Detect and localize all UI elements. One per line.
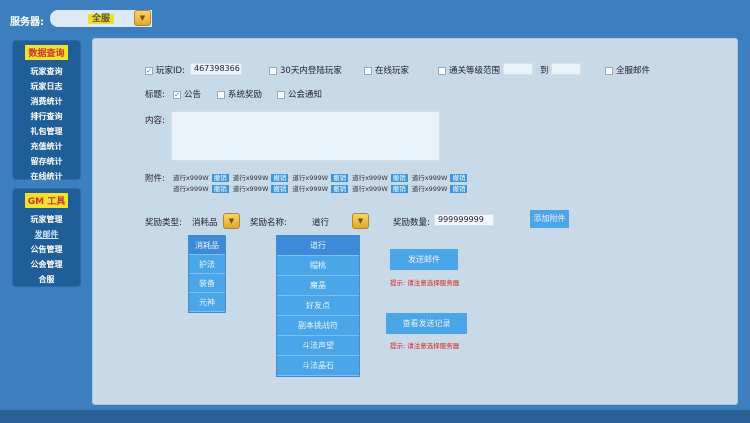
reward-name-option[interactable]: 魔晶 xyxy=(277,276,359,296)
sidebar-item[interactable]: 发邮件 xyxy=(13,227,80,242)
reward-type-value: 消耗品 xyxy=(192,218,218,228)
sidebar-item[interactable]: 公会管理 xyxy=(13,257,80,272)
sidebar-item[interactable]: 在线统计 xyxy=(13,169,80,184)
sidebar-gm-tools: GM 工具 玩家管理 发邮件 公告管理 公会管理 合服 xyxy=(12,188,81,287)
chevron-down-icon: ▼ xyxy=(139,14,146,22)
bottom-bar xyxy=(0,410,750,423)
checkbox-icon xyxy=(438,66,446,75)
revoke-button[interactable]: 撤销 xyxy=(211,185,229,193)
attachment-item: 道行x999W xyxy=(232,185,269,193)
player-id-checkbox[interactable]: ✓ 玩家ID: xyxy=(145,64,185,76)
reward-name-list: 道行 帽桃 魔晶 好友点 副本挑战符 斗法声望 斗法晶石 xyxy=(276,235,360,377)
content-label: 内容: xyxy=(145,116,165,126)
reward-qty-label: 奖励数量: xyxy=(393,218,430,228)
all-mail-checkbox[interactable]: 全服邮件 xyxy=(605,64,650,76)
attachment-item: 道行x999W xyxy=(232,174,269,182)
level-to-input[interactable] xyxy=(551,63,581,75)
reward-name-option[interactable]: 帽桃 xyxy=(277,256,359,276)
reward-name-option[interactable]: 好友点 xyxy=(277,296,359,316)
checkbox-icon: ✓ xyxy=(145,66,153,75)
attachment-row: 道行x999W 撤销 道行x999W 撤销 道行x999W 撤销 道行x999W 撤销 道行x9… xyxy=(173,183,471,194)
sidebar-item[interactable]: 礼包管理 xyxy=(13,124,80,139)
attachment-item: 道行x999W xyxy=(173,185,209,193)
server-value: 全服 xyxy=(87,14,114,24)
online-checkbox[interactable]: 在线玩家 xyxy=(364,64,409,76)
sidebar-item[interactable]: 合服 xyxy=(13,272,80,287)
sidebar-data-query: 数据查询 玩家查询 玩家日志 消费统计 排行查询 礼包管理 充值统计 留存统计 在线统计 xyxy=(12,40,81,181)
checkbox-icon xyxy=(269,66,277,75)
revoke-button[interactable]: 撤销 xyxy=(211,174,229,182)
sidebar-item[interactable]: 公告管理 xyxy=(13,242,80,257)
reward-type-label: 奖励类型: xyxy=(145,218,182,228)
attachment-item: 道行x999W xyxy=(352,174,388,182)
send-hint: 提示: 请注意选择服务器 xyxy=(390,279,460,287)
attachment-item: 道行x999W xyxy=(173,174,209,182)
attachment-item: 道行x999W xyxy=(411,174,448,182)
attachment-item: 道行x999W xyxy=(292,174,329,182)
send-mail-button[interactable]: 发送邮件 xyxy=(390,249,458,270)
chevron-down-icon: ▼ xyxy=(228,217,235,225)
revoke-button[interactable]: 撤销 xyxy=(390,174,408,182)
checkbox-icon xyxy=(605,66,613,75)
sidebar-item[interactable]: 留存统计 xyxy=(13,154,80,169)
view-hint: 提示: 请注意选择服务器 xyxy=(390,342,460,350)
attachment-list: 道行x999W 撤销 道行x999W 撤销 道行x999W 撤销 道行x999W 撤销 道行x9… xyxy=(173,172,471,194)
reward-type-dropdown[interactable]: ▼ xyxy=(223,213,240,229)
reward-type-list: 消耗品 护法 装备 元神 xyxy=(188,235,226,313)
attachment-row: 道行x999W 撤销 道行x999W 撤销 道行x999W 撤销 道行x999W 撤销 道行x9… xyxy=(173,172,471,183)
revoke-button[interactable]: 撤销 xyxy=(450,185,468,193)
revoke-button[interactable]: 撤销 xyxy=(271,174,289,182)
reward-name-option[interactable]: 副本挑战符 xyxy=(277,316,359,336)
level-to-label: 到 xyxy=(540,66,549,76)
checkbox-icon: ✓ xyxy=(173,90,181,99)
reward-name-label: 奖励名称: xyxy=(250,218,287,228)
attachment-item: 道行x999W xyxy=(411,185,448,193)
checkbox-icon xyxy=(364,66,372,75)
chevron-down-icon: ▼ xyxy=(357,217,364,225)
checkbox-icon xyxy=(217,90,225,99)
view-records-button[interactable]: 查看发送记录 xyxy=(386,313,467,334)
reward-type-option[interactable]: 消耗品 xyxy=(189,236,225,255)
content-textarea[interactable] xyxy=(171,111,440,161)
title-option-system-reward[interactable]: 系统奖励 xyxy=(217,88,262,100)
reward-type-option[interactable]: 元神 xyxy=(189,293,225,312)
add-attachment-button[interactable]: 添加附件 xyxy=(530,210,569,228)
revoke-button[interactable]: 撤销 xyxy=(331,185,349,193)
reward-name-option[interactable]: 道行 xyxy=(277,236,359,256)
reward-name-value: 道行 xyxy=(312,218,330,228)
server-label: 服务器: xyxy=(10,17,44,28)
server-dropdown-button[interactable]: ▼ xyxy=(134,10,151,26)
player-id-input[interactable]: 467398366 xyxy=(190,63,242,75)
level-range-checkbox[interactable]: 通关等级范围 xyxy=(438,64,500,76)
revoke-button[interactable]: 撤销 xyxy=(331,174,349,182)
reward-qty-input[interactable]: 999999999 xyxy=(434,214,494,226)
title-option-guild-notice[interactable]: 公会通知 xyxy=(277,88,322,100)
attachment-item: 道行x999W xyxy=(352,185,388,193)
sidebar-item[interactable]: 玩家查询 xyxy=(13,64,80,79)
checkbox-icon xyxy=(277,90,285,99)
sidebar-item[interactable]: 排行查询 xyxy=(13,109,80,124)
sidebar-section-title: GM 工具 xyxy=(24,193,69,208)
revoke-button[interactable]: 撤销 xyxy=(390,185,408,193)
sidebar-section-title: 数据查询 xyxy=(25,45,68,60)
reward-name-option[interactable]: 斗法声望 xyxy=(277,336,359,356)
level-from-input[interactable] xyxy=(503,63,533,75)
title-option-notice[interactable]: ✓ 公告 xyxy=(173,88,201,100)
revoke-button[interactable]: 撤销 xyxy=(271,185,289,193)
reward-type-option[interactable]: 护法 xyxy=(189,255,225,274)
revoke-button[interactable]: 撤销 xyxy=(450,174,468,182)
sidebar-item[interactable]: 消费统计 xyxy=(13,94,80,109)
sidebar-item[interactable]: 玩家日志 xyxy=(13,79,80,94)
attachment-label: 附件: xyxy=(145,174,165,184)
reward-type-option[interactable]: 装备 xyxy=(189,274,225,293)
title-label: 标题: xyxy=(145,90,165,100)
reward-name-dropdown[interactable]: ▼ xyxy=(352,213,369,229)
login-30d-checkbox[interactable]: 30天内登陆玩家 xyxy=(269,64,342,76)
sidebar-item[interactable]: 充值统计 xyxy=(13,139,80,154)
attachment-item: 道行x999W xyxy=(292,185,329,193)
sidebar-item[interactable]: 玩家管理 xyxy=(13,212,80,227)
reward-name-option[interactable]: 斗法晶石 xyxy=(277,356,359,376)
